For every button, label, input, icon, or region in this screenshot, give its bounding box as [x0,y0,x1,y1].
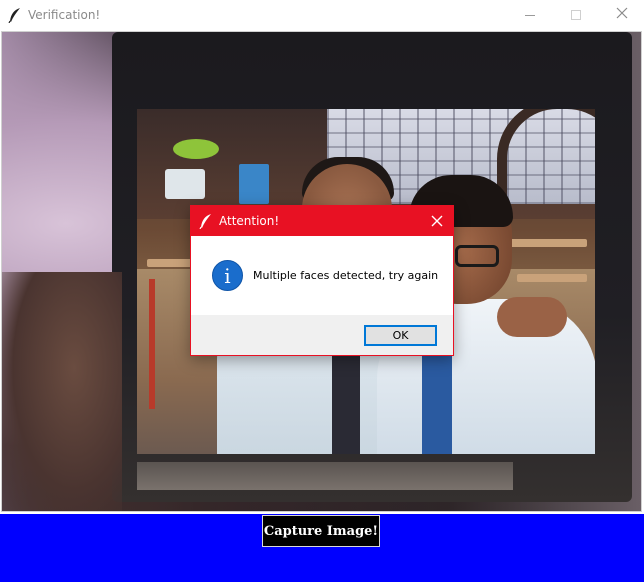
dialog-footer: OK [191,315,453,355]
maximize-button[interactable] [553,0,599,30]
dialog-close-button[interactable] [421,206,453,236]
minimize-button[interactable] [507,0,553,30]
window-title: Verification! [28,8,101,22]
window-titlebar: Verification! [0,0,644,30]
maximize-icon [571,10,581,20]
dialog-titlebar: Attention! [191,206,453,236]
feather-icon [8,7,22,24]
dialog-message: Multiple faces detected, try again [253,269,439,282]
close-icon [616,7,628,23]
info-icon: i [212,260,243,291]
close-button[interactable] [599,0,644,30]
ok-button[interactable]: OK [364,325,437,346]
bottom-panel: Capture Image! [0,514,644,582]
feather-icon [199,213,213,230]
attention-dialog: Attention! i Multiple faces detected, tr… [190,205,454,356]
capture-image-button[interactable]: Capture Image! [262,515,380,547]
dialog-body: i Multiple faces detected, try again [191,236,453,315]
dialog-title: Attention! [219,214,280,228]
close-icon [431,212,443,231]
minimize-icon [525,14,535,16]
